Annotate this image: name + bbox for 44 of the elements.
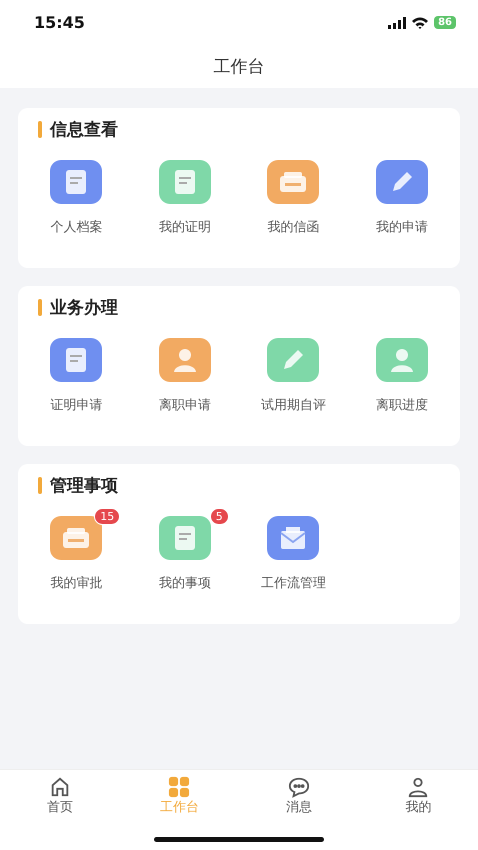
tab-item[interactable]: 首页 [0,770,120,816]
section-title: 信息查看 [50,118,118,140]
feature-label[interactable]: 离职申请 [158,396,211,414]
feature-tile[interactable] [158,338,211,382]
count-badge: 5 [210,508,229,525]
count-badge: 15 [94,508,120,525]
tray-icon [61,526,92,550]
accent-bar [38,298,42,316]
section-title: 业务办理 [50,296,118,318]
accent-bar [38,476,42,494]
feature-label[interactable]: 我的信函 [267,218,320,236]
battery-indicator: 86 [434,16,456,29]
feature-tile[interactable] [376,160,428,204]
feature-tile[interactable] [50,338,102,382]
feature-tile[interactable] [50,160,102,204]
page-title: 工作台 [212,56,266,79]
accent-bar [38,120,42,138]
feature-tile[interactable] [267,516,320,560]
tab-item[interactable]: 消息 [239,770,358,816]
feature-label[interactable]: 离职进度 [376,396,428,414]
feature-label[interactable]: 我的审批 [50,574,102,592]
section-title: 管理事项 [50,474,118,496]
feature-label[interactable]: 证明申请 [50,396,102,414]
person-icon [407,776,430,798]
grid-icon [168,776,190,798]
feature-tile[interactable] [158,160,211,204]
wifi-icon [412,16,428,28]
status-time: 15:45 [34,13,85,32]
feature-label[interactable]: 试用期自评 [260,396,326,414]
feature-label[interactable]: 我的申请 [376,218,428,236]
feature-label[interactable]: 工作流管理 [260,574,326,592]
envelope-icon [278,525,308,551]
feature-tile[interactable] [376,338,428,382]
chat-icon [288,776,310,798]
signal-icon [388,16,406,28]
feature-label[interactable]: 个人档案 [50,218,102,236]
feature-tile[interactable] [267,160,320,204]
feature-tile[interactable] [158,516,211,560]
feature-label[interactable]: 我的证明 [158,218,211,236]
tab-item[interactable]: 我的 [358,770,478,816]
feature-tile[interactable] [267,338,320,382]
feature-label[interactable]: 我的事项 [158,574,211,592]
tray-icon [278,170,308,194]
feature-tile[interactable] [50,516,102,560]
